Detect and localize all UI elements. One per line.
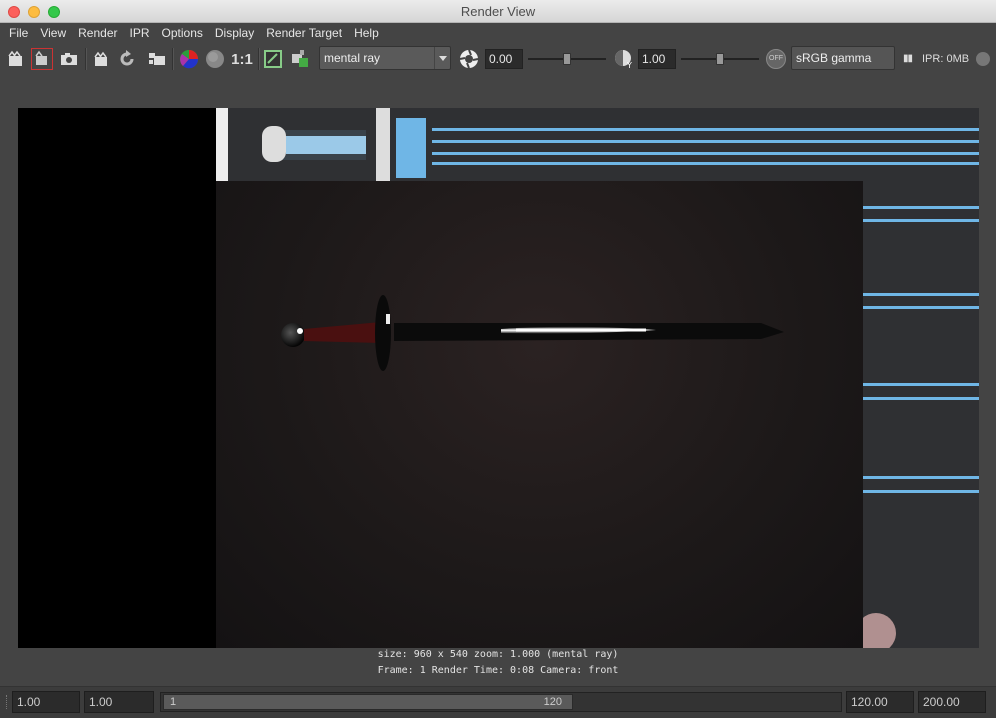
gamma-slider-handle[interactable] [716,53,724,65]
alpha-channel-icon[interactable] [204,48,226,70]
time-slider-bar: 1.00 1.00 1 120 120.00 200.00 [0,686,996,718]
range-end-label: 120 [543,696,562,708]
render-region-icon[interactable] [31,48,53,70]
render-sequence-icon[interactable] [146,48,168,70]
menu-bar: File View Render IPR Options Display Ren… [0,23,996,44]
exposure-icon[interactable] [458,48,480,70]
refresh-ipr-icon[interactable] [116,48,138,70]
menu-file[interactable]: File [3,23,34,44]
render-frame-info: Frame: 1 Render Time: 0:08 Camera: front [377,665,619,676]
chevron-down-icon [434,47,450,69]
save-image-icon[interactable] [263,48,283,70]
ipr-memory-label: IPR: 0MB [922,53,970,65]
rendered-image [216,181,863,648]
gamma-field[interactable]: 1.00 [638,49,676,69]
menu-render-target[interactable]: Render Target [260,23,348,44]
render-view-panel: size: 960 x 540 zoom: 1.000 (mental ray)… [0,74,996,686]
redo-render-icon[interactable] [6,48,26,70]
colorspace-field[interactable]: sRGB gamma [791,46,895,70]
current-time-field[interactable]: 1.00 [84,691,154,713]
range-slider-handle[interactable]: 1 120 [163,694,573,710]
title-bar: Render View [0,0,996,23]
color-management-toggle[interactable]: OFF [765,48,787,70]
renderer-dropdown[interactable]: mental ray [319,46,451,70]
toolbar-separator [172,48,174,70]
pause-ipr-button[interactable]: ▮▮ [903,49,913,69]
menu-ipr[interactable]: IPR [124,23,156,44]
display-options-icon[interactable] [289,48,311,70]
gamma-icon[interactable]: Y [612,48,636,70]
exposure-slider[interactable] [528,53,606,65]
menu-view[interactable]: View [34,23,72,44]
render-canvas[interactable] [18,108,979,648]
renderer-value: mental ray [324,51,381,65]
menu-render[interactable]: Render [72,23,123,44]
end-time-field[interactable]: 120.00 [846,691,914,713]
svg-text:Y: Y [626,61,632,69]
toolbar-separator [85,48,87,70]
snapshot-icon[interactable] [58,48,80,70]
render-size-info: size: 960 x 540 zoom: 1.000 (mental ray) [377,649,619,660]
range-start-label: 1 [170,696,177,708]
drag-handle[interactable] [6,695,10,709]
exposure-field[interactable]: 0.00 [485,49,523,69]
gamma-slider[interactable] [681,53,759,65]
menu-display[interactable]: Display [209,23,260,44]
menu-help[interactable]: Help [348,23,385,44]
max-time-field[interactable]: 200.00 [918,691,986,713]
status-indicator-icon [974,48,992,70]
range-slider[interactable]: 1 120 [160,692,842,712]
real-size-button[interactable]: 1:1 [230,48,254,70]
menu-options[interactable]: Options [156,23,209,44]
off-toggle-icon: OFF [766,49,786,69]
start-time-field[interactable]: 1.00 [12,691,80,713]
exposure-slider-handle[interactable] [563,53,571,65]
ipr-render-icon[interactable] [91,48,111,70]
rgb-channels-icon[interactable] [178,48,200,70]
toolbar: 1:1 mental ray 0.00 Y 1.00 OFF sRGB gamm… [0,44,996,74]
colorspace-value: sRGB gamma [796,51,872,65]
toolbar-separator [258,48,260,70]
window-title: Render View [460,4,536,19]
sword-render [281,295,784,371]
